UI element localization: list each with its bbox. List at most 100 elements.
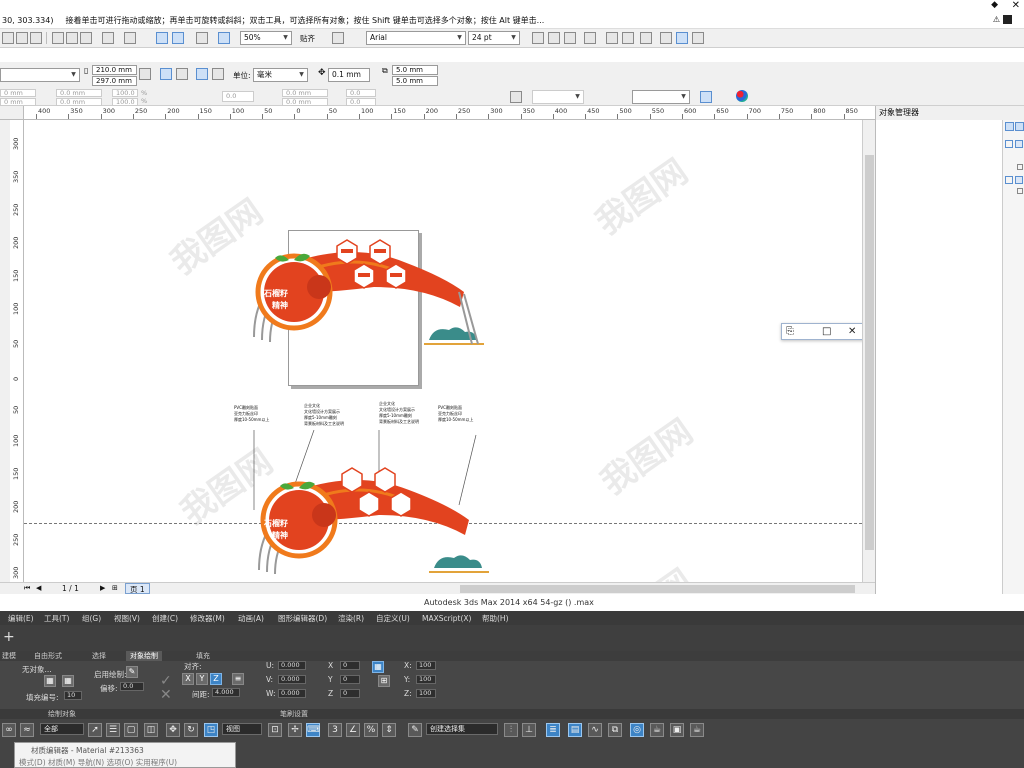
scroll-thumb[interactable] [460, 585, 855, 593]
outline-width-select[interactable]: ▼ [532, 90, 584, 104]
drop-cap-icon[interactable] [622, 32, 634, 44]
menu-item[interactable]: 动画(A) [238, 613, 264, 624]
export-icon[interactable] [172, 32, 184, 44]
skew-h-input[interactable]: 0.0 [346, 89, 376, 97]
window-crossing-icon[interactable]: ◫ [144, 723, 158, 737]
x-input[interactable]: 0 [340, 661, 360, 670]
y-input[interactable]: 0 [340, 675, 360, 684]
redo-icon[interactable] [124, 32, 136, 44]
ribbon-tab[interactable]: 对象绘制 [126, 651, 162, 661]
horizontal-ruler[interactable]: 400 350 300 250 200 150 100 50 0 50 100 150 200 250 30… [24, 106, 875, 120]
font-size-select[interactable]: 24 pt ▼ [468, 31, 520, 45]
align-y-button[interactable]: Y [196, 673, 208, 685]
duplicate-x-input[interactable]: 5.0 mm [392, 65, 438, 75]
next-page-icon[interactable]: ▶ [100, 584, 105, 592]
paper-type-select[interactable]: ▼ [0, 68, 80, 82]
align-icon[interactable] [584, 32, 596, 44]
ribbon-tab[interactable]: 自由形式 [34, 651, 62, 661]
import-icon[interactable] [156, 32, 168, 44]
material-editor-menu[interactable]: 模式(D) 材质(M) 导航(N) 选项(O) 实用程序(U) [19, 757, 177, 768]
horizontal-text-icon[interactable] [676, 32, 688, 44]
rect-select-icon[interactable]: ▢ [124, 723, 138, 737]
scene-explorer-icon[interactable]: ▤ [568, 723, 582, 737]
vertical-ruler[interactable]: 300 350 250 200 150 100 50 0 50 100 150 200 250 300 [10, 120, 24, 582]
pivot-icon[interactable]: ⊡ [268, 723, 282, 737]
draw-objects-label[interactable]: 绘制对象 [48, 709, 76, 719]
quick-customize-icon[interactable] [700, 91, 712, 103]
scale-x-input[interactable]: 100.0 [112, 89, 138, 97]
color-picker-icon[interactable] [736, 90, 748, 102]
u-input[interactable]: 0.000 [278, 661, 306, 670]
layers-icon[interactable] [1005, 122, 1014, 131]
save-icon[interactable] [16, 32, 28, 44]
x-scale-input[interactable]: 100 [416, 661, 436, 670]
cancel-icon[interactable]: ✕ [160, 687, 172, 703]
app-launcher-icon[interactable] [218, 32, 230, 44]
unit-select[interactable]: 毫米 ▼ [253, 68, 308, 82]
menu-item[interactable]: 编辑(E) [8, 613, 34, 624]
y-scale-input[interactable]: 100 [416, 675, 436, 684]
first-page-icon[interactable]: ⏮ [24, 584, 30, 593]
menu-item[interactable]: 自定义(U) [376, 613, 410, 624]
object-width-input[interactable]: 0.0 mm [56, 89, 102, 97]
v-input[interactable]: 0.000 [278, 675, 306, 684]
ribbon-tab[interactable]: 建模 [2, 651, 16, 661]
landscape-icon[interactable] [176, 68, 188, 80]
open-icon[interactable] [2, 32, 14, 44]
floating-toolbar[interactable]: ⎘ □ ✕ [781, 323, 868, 340]
drawing-canvas[interactable]: 我图网 我图网 我图网 我图网 我图网 石榴籽 精神 PVC雕刻贴面亚克力板 [24, 120, 862, 582]
menu-item[interactable]: MAXScript(X) [422, 614, 471, 623]
center-x-input[interactable]: 0.0 mm [282, 89, 328, 97]
fill-count-input[interactable]: 10 [64, 691, 82, 700]
w-input[interactable]: 0.000 [278, 689, 306, 698]
brush-settings-label[interactable]: 笔刷设置 [280, 709, 308, 719]
y-position-input[interactable]: 0 mm [0, 98, 36, 106]
close-icon[interactable]: ✕ [1012, 0, 1020, 11]
style-select[interactable]: ▼ [632, 90, 690, 104]
render-icon[interactable]: ☕ [690, 723, 704, 737]
skew-v-input[interactable]: 0.0 [346, 98, 376, 106]
scale-y-input[interactable]: 100.0 [112, 98, 138, 106]
page-height-input[interactable]: 297.0 mm [92, 76, 137, 86]
cut-icon[interactable] [52, 32, 64, 44]
spinner-icon[interactable] [139, 68, 151, 80]
angle-snap-icon[interactable]: ∠ [346, 723, 360, 737]
edit-named-sel-icon[interactable]: ✎ [408, 723, 422, 737]
rotation-input[interactable]: 0.0 [222, 91, 254, 102]
underline-icon[interactable] [564, 32, 576, 44]
ruler-origin[interactable] [0, 106, 24, 120]
selection-filter-select[interactable]: 全部 [40, 723, 84, 735]
plus-icon[interactable]: + [3, 629, 15, 645]
expand-icon[interactable] [1005, 140, 1013, 148]
portrait-icon[interactable] [160, 68, 172, 80]
vertical-scrollbar[interactable] [862, 120, 875, 582]
scale-icon[interactable]: ◳ [204, 723, 218, 737]
move-icon[interactable]: ✥ [166, 723, 180, 737]
select-by-name-icon[interactable]: ☰ [106, 723, 120, 737]
close-icon[interactable]: ✕ [848, 326, 856, 337]
align-tool-icon[interactable]: ⊥ [522, 723, 536, 737]
manipulate-icon[interactable]: ✢ [288, 723, 302, 737]
spacing-input[interactable]: 4.000 [212, 688, 240, 697]
wrap-text-icon[interactable] [510, 91, 522, 103]
zoom-select[interactable]: 50% ▼ [240, 31, 292, 45]
keyboard-shortcut-icon[interactable]: ⌨ [306, 723, 320, 737]
all-pages-icon[interactable] [196, 68, 208, 80]
rotate-icon[interactable]: ↻ [184, 723, 198, 737]
menu-item[interactable]: 渲染(R) [338, 613, 364, 624]
add-page-icon[interactable]: ⊞ [112, 584, 118, 592]
unlink-icon[interactable]: ≈ [20, 723, 34, 737]
vertical-text-icon[interactable] [692, 32, 704, 44]
fill-icon[interactable]: ▦ [62, 675, 74, 687]
align-z-button[interactable]: Z [210, 673, 222, 685]
char-format-icon[interactable] [660, 32, 672, 44]
page-tab[interactable]: 页 1 [125, 583, 150, 594]
x-position-input[interactable]: 0 mm [0, 89, 36, 97]
current-page-icon[interactable] [212, 68, 224, 80]
menu-item[interactable]: 工具(T) [44, 613, 69, 624]
scale-lock-icon[interactable]: ▦ [372, 661, 384, 673]
object-height-input[interactable]: 0.0 mm [56, 98, 102, 106]
material-editor-window[interactable]: 材质编辑器 - Material #213363 模式(D) 材质(M) 导航(… [14, 742, 236, 768]
paste-icon[interactable] [80, 32, 92, 44]
menu-item[interactable]: 帮助(H) [482, 613, 509, 624]
